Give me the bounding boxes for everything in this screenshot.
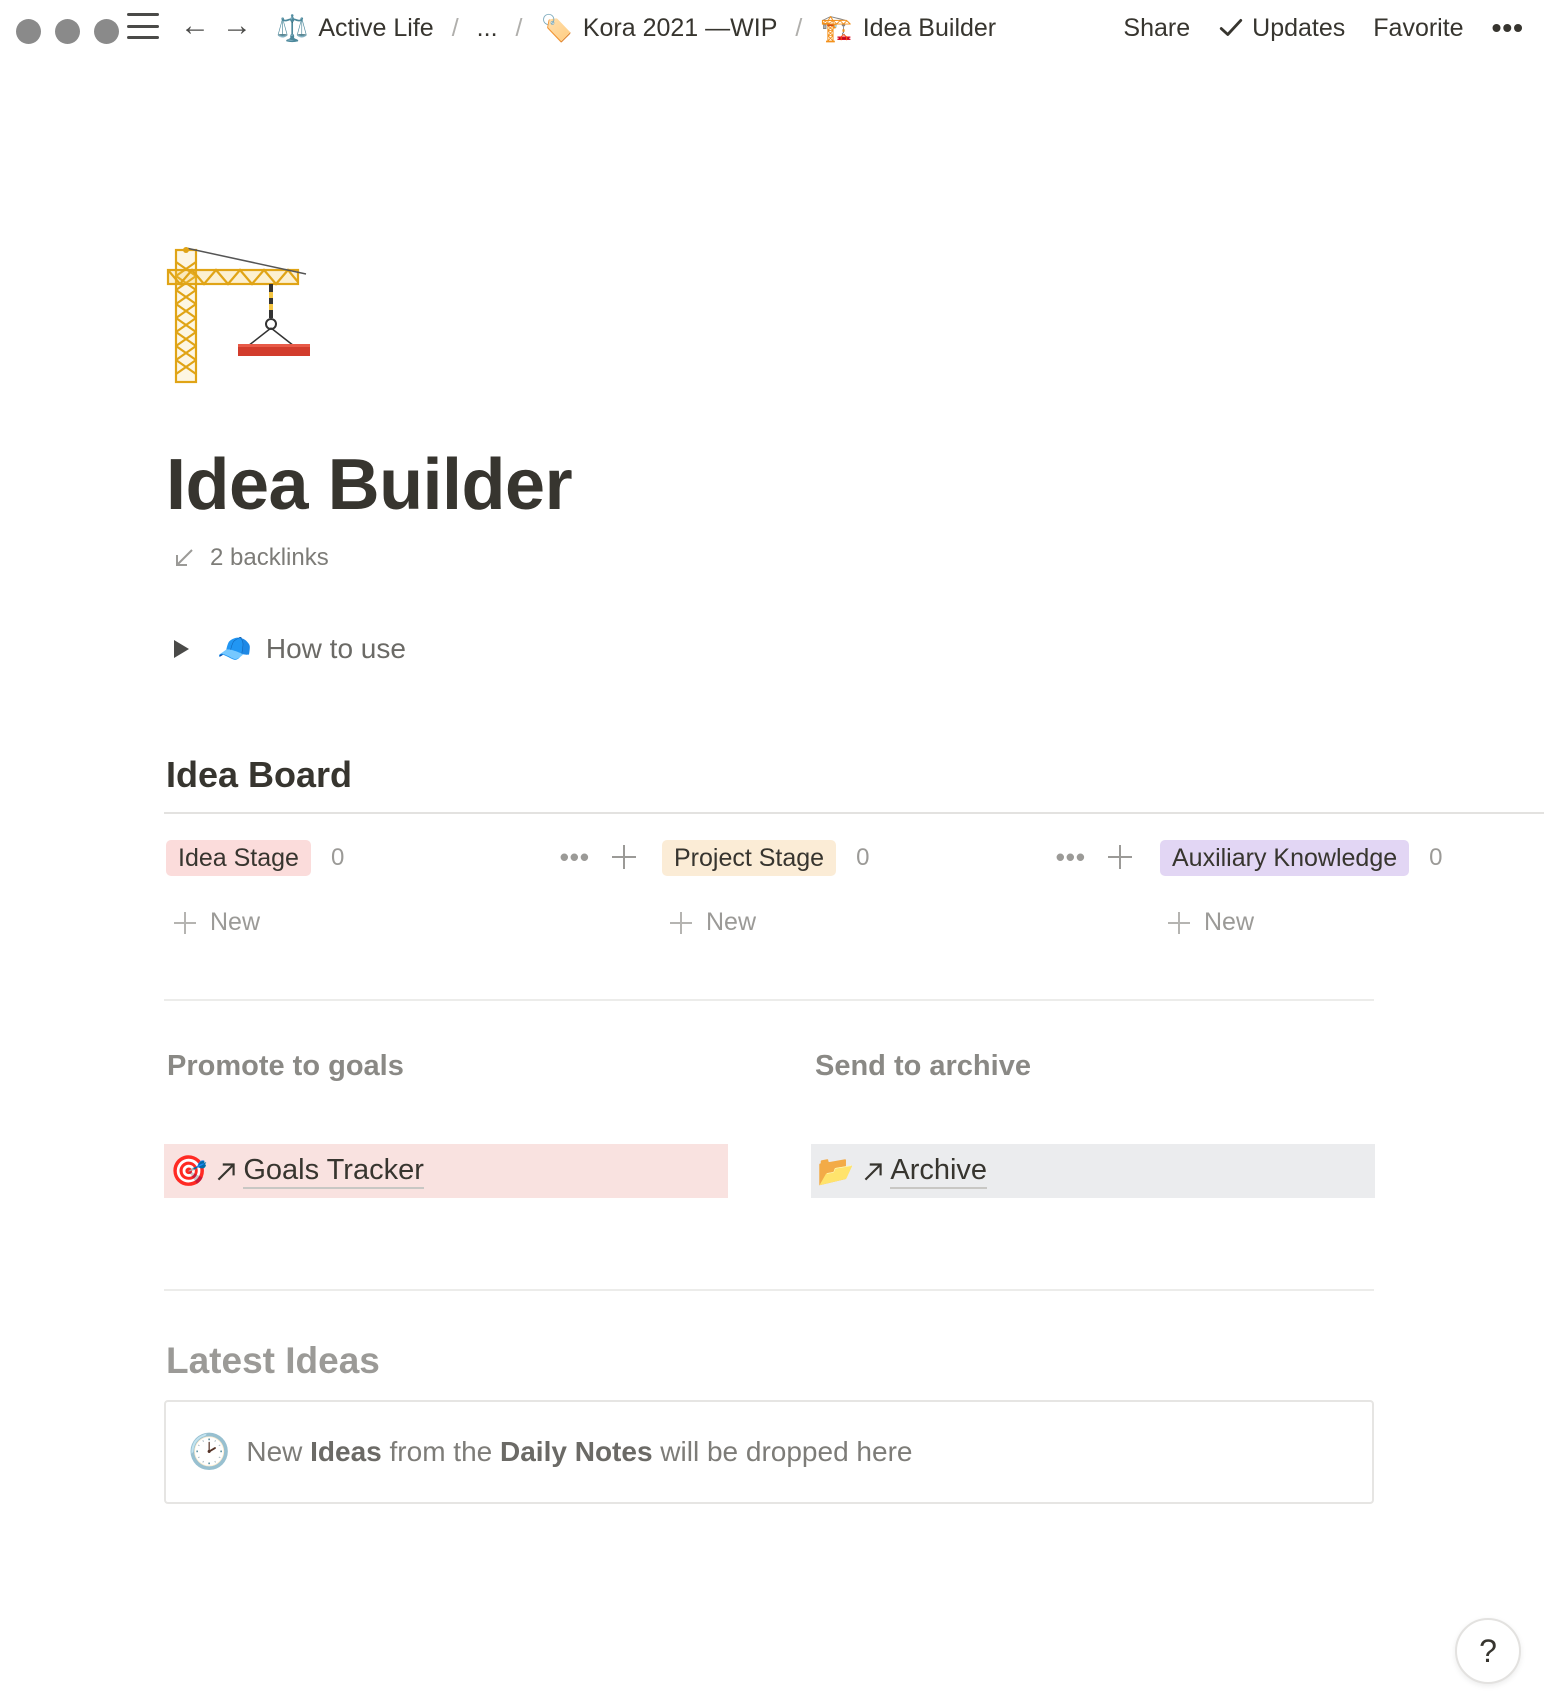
breadcrumb-label: Active Life <box>318 13 434 42</box>
toggle-triangle-icon[interactable] <box>174 639 189 658</box>
plus-icon <box>174 911 196 934</box>
backlink-arrow-icon <box>176 549 193 566</box>
new-card-button[interactable]: New <box>670 908 756 937</box>
new-label: New <box>706 908 757 936</box>
breadcrumb-item-kora[interactable]: 🏷️ Kora 2021 —WIP <box>536 14 781 43</box>
breadcrumb-label: Idea Builder <box>862 13 997 42</box>
breadcrumb-separator: / <box>795 13 803 42</box>
new-card-button[interactable]: New <box>174 908 260 937</box>
menu-icon[interactable] <box>127 13 159 39</box>
check-icon <box>1219 19 1243 36</box>
column-more-icon[interactable]: ••• <box>560 842 590 872</box>
board-divider <box>164 812 1544 814</box>
column-add-icon[interactable] <box>1108 845 1132 869</box>
tag-icon: 🏷️ <box>540 13 573 43</box>
column-tag[interactable]: Idea Stage <box>166 840 311 876</box>
goals-tracker-link[interactable]: 🎯 Goals Tracker <box>164 1144 728 1198</box>
link-label: Archive <box>890 1153 988 1189</box>
cap-icon: 🧢 <box>217 633 252 664</box>
favorite-button[interactable]: Favorite <box>1373 14 1463 43</box>
top-bar: ← → ⚖️ Active Life / ... / 🏷️ Kora 2021 … <box>0 0 1544 56</box>
breadcrumb: ⚖️ Active Life / ... / 🏷️ Kora 2021 —WIP… <box>272 8 1000 48</box>
link-label: Goals Tracker <box>243 1153 424 1189</box>
updates-label: Updates <box>1252 13 1346 42</box>
backlinks-link[interactable]: 2 backlinks <box>172 544 329 572</box>
latest-ideas-title[interactable]: Latest Ideas <box>166 1340 380 1382</box>
board-column-idea-stage: Idea Stage 0 ••• New <box>166 838 636 938</box>
clock-icon: 🕑 <box>188 1433 231 1471</box>
breadcrumb-label: ... <box>476 13 498 42</box>
breadcrumb-separator: / <box>451 13 459 42</box>
column-count: 0 <box>856 844 870 871</box>
new-card-button[interactable]: New <box>1168 908 1254 937</box>
section-divider <box>164 999 1374 1001</box>
close-window-button[interactable] <box>16 19 41 44</box>
how-to-use-toggle[interactable]: 🧢 How to use <box>174 632 406 665</box>
plus-icon <box>1168 911 1190 934</box>
top-actions: Share Updates Favorite ••• <box>1123 8 1524 48</box>
breadcrumb-label: Kora 2021 —WIP <box>582 13 778 42</box>
breadcrumb-separator: / <box>515 13 523 42</box>
link-arrow-icon <box>865 1163 883 1181</box>
minimize-window-button[interactable] <box>55 19 80 44</box>
plus-icon <box>670 911 692 934</box>
promote-heading: Promote to goals <box>167 1050 404 1082</box>
crane-icon[interactable] <box>166 242 312 384</box>
new-label: New <box>210 908 261 936</box>
idea-board-title[interactable]: Idea Board <box>166 752 352 798</box>
back-arrow-icon[interactable]: ← <box>180 8 210 44</box>
archive-heading: Send to archive <box>815 1050 1031 1082</box>
updates-button[interactable]: Updates <box>1218 14 1345 43</box>
folder-icon: 📂 <box>817 1154 855 1188</box>
board-column-project-stage: Project Stage 0 ••• New <box>662 838 1132 938</box>
column-more-icon[interactable]: ••• <box>1056 842 1086 872</box>
breadcrumb-item-idea-builder[interactable]: 🏗️ Idea Builder <box>816 14 1000 43</box>
target-icon: 🎯 <box>170 1154 208 1188</box>
column-count: 0 <box>1429 844 1443 871</box>
share-button[interactable]: Share <box>1123 14 1190 43</box>
column-tag[interactable]: Project Stage <box>662 840 837 876</box>
column-count: 0 <box>330 844 345 871</box>
more-options-icon[interactable]: ••• <box>1492 12 1524 44</box>
section-divider <box>164 1289 1374 1291</box>
toggle-label: How to use <box>265 632 406 664</box>
column-tag[interactable]: Auxiliary Knowledge <box>1160 840 1410 876</box>
breadcrumb-item-active-life[interactable]: ⚖️ Active Life <box>272 14 438 43</box>
backlinks-label: 2 backlinks <box>210 544 329 571</box>
latest-ideas-callout: 🕑 New Ideas from the Daily Notes will be… <box>164 1400 1374 1504</box>
window-controls <box>16 19 119 44</box>
archive-link[interactable]: 📂 Archive <box>811 1144 1375 1198</box>
forward-arrow-icon[interactable]: → <box>222 8 252 44</box>
breadcrumb-item-ellipsis[interactable]: ... <box>473 14 502 43</box>
new-label: New <box>1204 908 1255 936</box>
help-button[interactable]: ? <box>1455 1618 1521 1684</box>
maximize-window-button[interactable] <box>94 19 119 44</box>
link-arrow-icon <box>218 1163 236 1181</box>
board-column-auxiliary-knowledge: Auxiliary Knowledge 0 New <box>1160 838 1544 938</box>
page-title[interactable]: Idea Builder <box>166 440 573 530</box>
column-add-icon[interactable] <box>612 845 636 869</box>
crane-icon: 🏗️ <box>820 13 853 43</box>
scales-icon: ⚖️ <box>276 13 309 43</box>
callout-text: New Ideas from the Daily Notes will be d… <box>246 1436 913 1467</box>
